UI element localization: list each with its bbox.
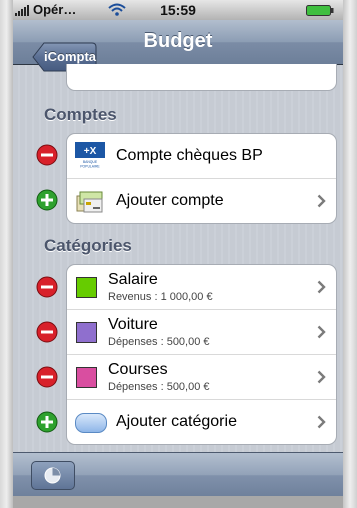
category-name: Salaire	[108, 271, 158, 288]
page-title: Budget	[143, 30, 213, 52]
category-color-swatch	[76, 322, 97, 343]
bank-logo-icon: +X BANQUE POPULAIRE	[75, 142, 105, 170]
add-category-label: Ajouter catégorie	[116, 413, 237, 430]
chevron-right-icon	[317, 415, 326, 429]
delete-icon[interactable]	[36, 321, 58, 343]
add-category-icon	[75, 413, 107, 433]
section-header-categories: Catégories	[44, 236, 132, 255]
device-bottom	[13, 496, 343, 508]
accounts-group: +X BANQUE POPULAIRE Compte chèques BP Aj…	[66, 133, 337, 224]
section-header-accounts: Comptes	[44, 105, 117, 124]
category-name: Voiture	[108, 316, 158, 333]
add-account-icon	[76, 191, 103, 213]
category-color-swatch	[76, 367, 97, 388]
category-color-swatch	[76, 277, 97, 298]
navigation-bar: iCompta Budget	[13, 20, 343, 72]
account-row-bp[interactable]: +X BANQUE POPULAIRE Compte chèques BP	[67, 134, 336, 179]
svg-text:BANQUE: BANQUE	[83, 160, 98, 164]
delete-icon[interactable]	[36, 276, 58, 298]
category-name: Courses	[108, 361, 168, 378]
chevron-right-icon	[317, 194, 326, 208]
add-account-label: Ajouter compte	[116, 192, 224, 209]
chevron-right-icon	[317, 325, 326, 339]
delete-icon[interactable]	[36, 144, 58, 166]
category-detail: Revenus : 1 000,00 €	[108, 291, 213, 303]
previous-group-bottom	[66, 64, 337, 91]
category-detail: Dépenses : 500,00 €	[108, 381, 210, 393]
device-bezel-right	[343, 0, 357, 508]
svg-text:+X: +X	[84, 146, 97, 157]
category-row-courses[interactable]: Courses Dépenses : 500,00 €	[67, 355, 336, 400]
add-account-row[interactable]: Ajouter compte	[67, 179, 336, 223]
account-label: Compte chèques BP	[116, 147, 263, 164]
add-icon[interactable]	[36, 411, 58, 433]
category-row-voiture[interactable]: Voiture Dépenses : 500,00 €	[67, 310, 336, 355]
chart-button[interactable]	[31, 461, 75, 490]
delete-icon[interactable]	[36, 366, 58, 388]
category-detail: Dépenses : 500,00 €	[108, 336, 210, 348]
battery-icon	[306, 5, 334, 16]
category-row-salaire[interactable]: Salaire Revenus : 1 000,00 €	[67, 265, 336, 310]
screen: Opér… 15:59 iCompta Budget Comptes +X BA…	[13, 0, 343, 508]
status-time: 15:59	[160, 2, 196, 18]
status-bar: Opér… 15:59	[13, 0, 343, 20]
add-icon[interactable]	[36, 189, 58, 211]
add-category-row[interactable]: Ajouter catégorie	[67, 400, 336, 444]
device-bezel-left	[0, 0, 13, 508]
chevron-right-icon	[317, 280, 326, 294]
bottom-toolbar	[13, 452, 343, 497]
chevron-right-icon	[317, 370, 326, 384]
pie-chart-icon	[44, 467, 61, 484]
svg-text:POPULAIRE: POPULAIRE	[80, 165, 100, 169]
categories-group: Salaire Revenus : 1 000,00 € Voiture Dép…	[66, 264, 337, 445]
